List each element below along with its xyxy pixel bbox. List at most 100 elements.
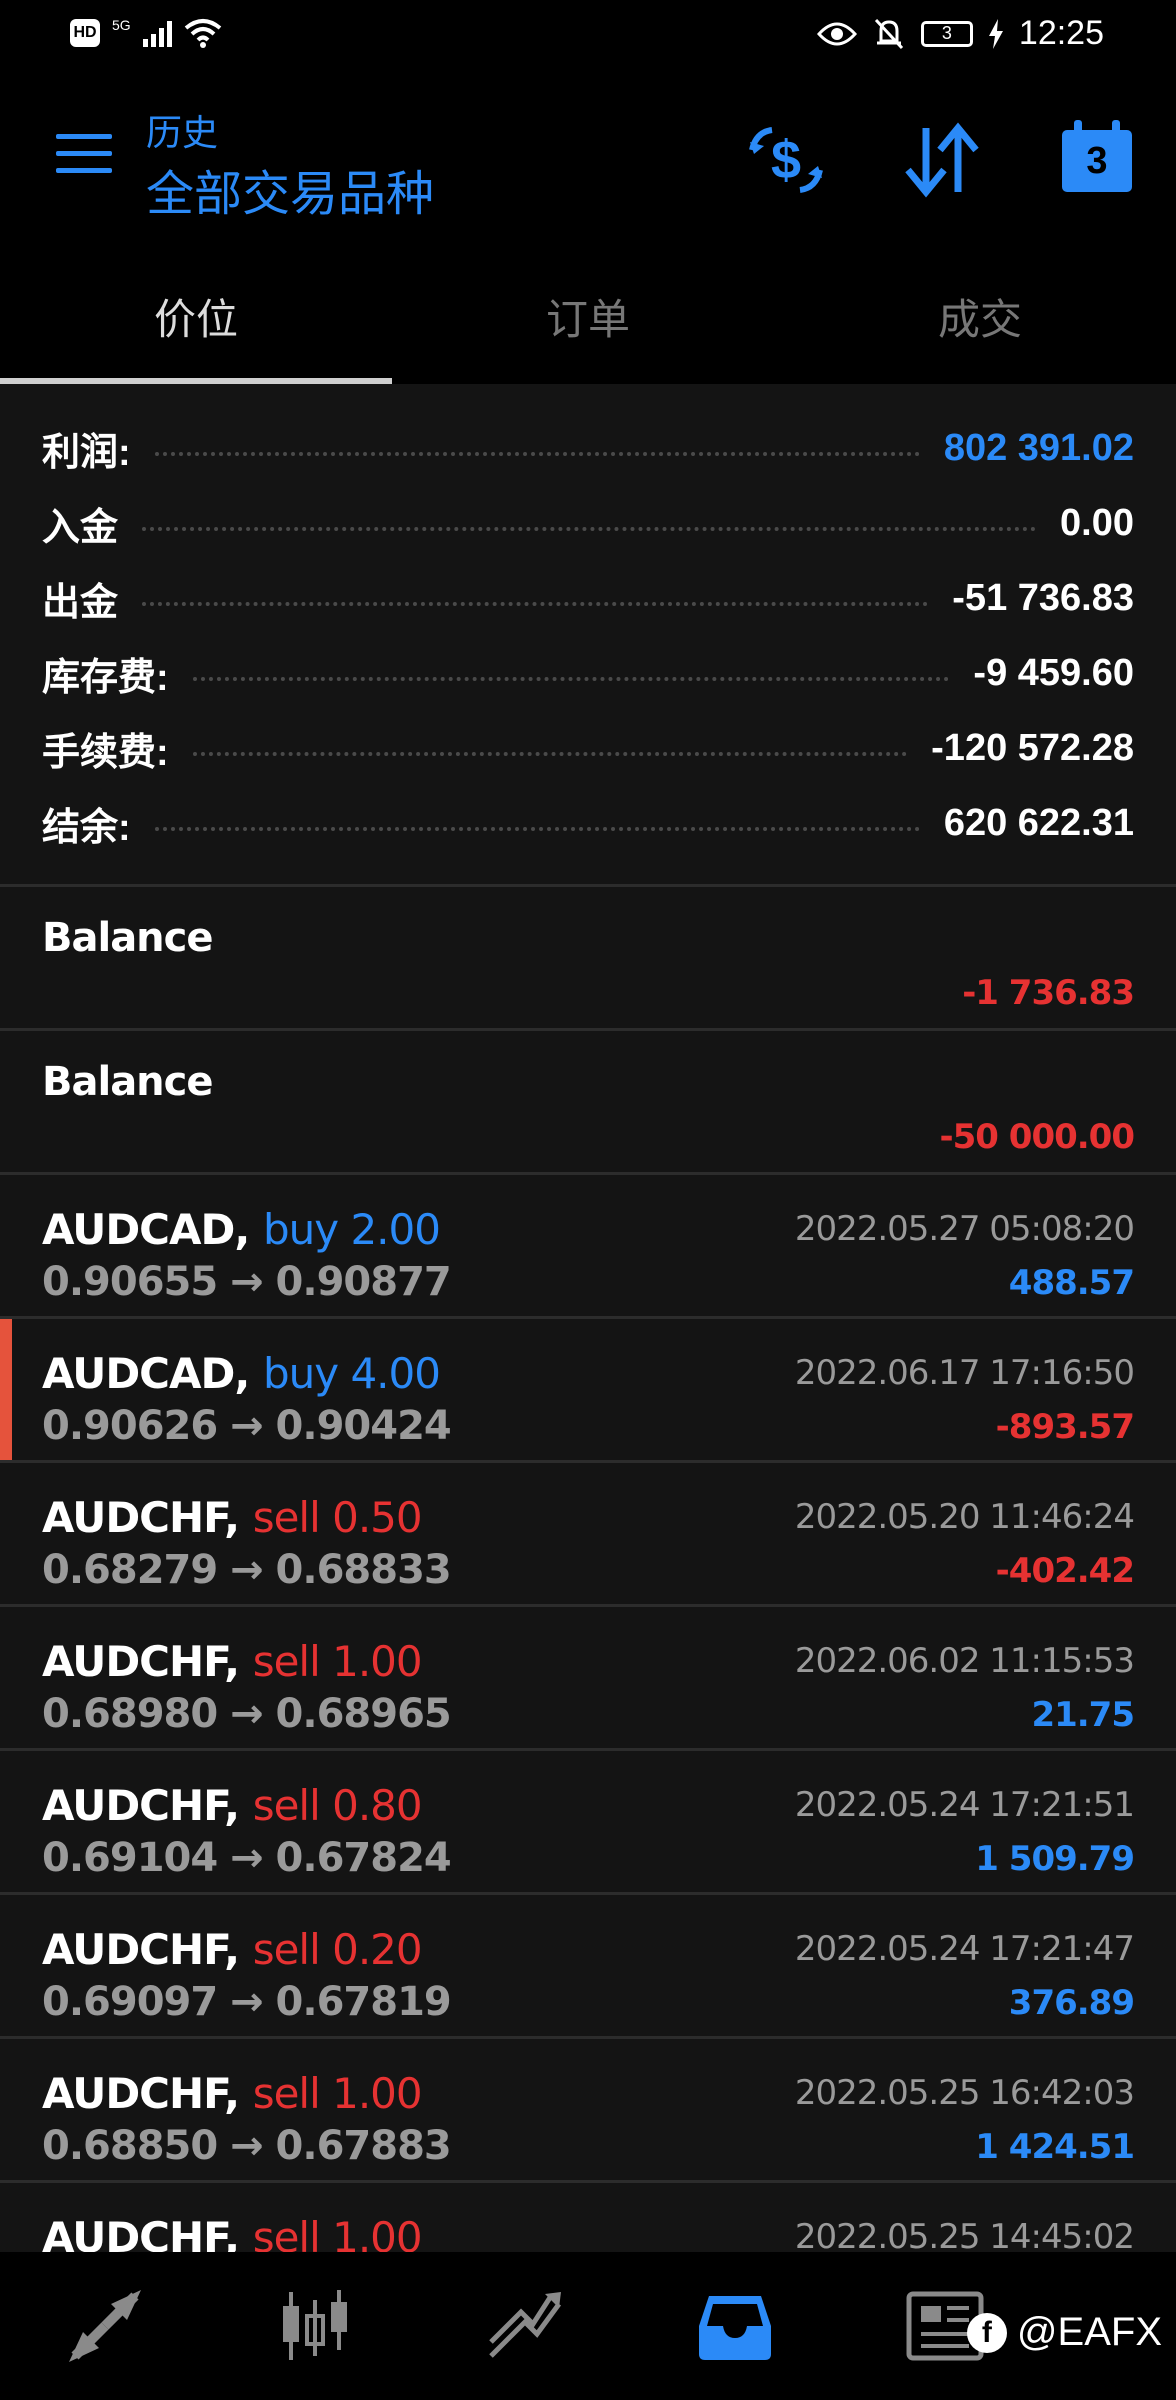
summary-panel: 利润: 802 391.02 入金 0.00 出金 -51 736.83 库存费… [0,384,1176,884]
currency-swap-icon[interactable]: $ [746,120,826,200]
hd-badge: HD [70,19,100,47]
summary-label: 出金 [42,581,119,624]
trade-symbol: AUDCAD, [42,1205,250,1254]
nav-trade[interactable] [420,2252,630,2400]
selected-indicator [0,1319,12,1460]
trade-direction: sell 1.00 [252,1637,423,1686]
trade-prices: 0.68279 → 0.68833 [42,1547,452,1593]
eye-icon [816,22,857,45]
dotted-leader [142,602,929,606]
summary-row-commission: 手续费: -120 572.28 [42,718,1134,778]
summary-value: -9 459.60 [973,651,1134,694]
trade-prices: 0.69097 → 0.67819 [42,1979,452,2025]
tab-bar: 价位 订单 成交 [0,248,1176,384]
inbox-icon [699,2296,771,2360]
trade-symbol: AUDCHF, [42,1493,240,1542]
trade-direction: sell 1.00 [252,2069,423,2118]
trade-direction: buy 2.00 [262,1205,441,1254]
trade-prices: 0.90655 → 0.90877 [42,1259,452,1305]
dotted-leader [154,452,920,456]
sort-icon[interactable] [902,120,982,200]
summary-row-swap: 库存费: -9 459.60 [42,643,1134,703]
wifi-icon [184,19,221,48]
charging-icon [988,18,1003,49]
quotes-arrows-icon [69,2290,141,2362]
summary-row-withdrawal: 出金 -51 736.83 [42,568,1134,628]
dotted-leader [192,752,908,756]
trade-prices: 0.69104 → 0.67824 [42,1835,452,1881]
table-row[interactable]: AUDCAD, buy 4.00 0.90626 → 0.90424 2022.… [0,1319,1176,1460]
balance-label: Balance [42,1059,213,1105]
calendar-day: 3 [1062,130,1132,192]
tab-orders[interactable]: 订单 [392,248,784,384]
summary-label: 利润: [42,431,131,474]
clock: 12:25 [1018,14,1104,52]
candlestick-icon [283,2290,347,2360]
app-bar: 历史 全部交易品种 $ 3 [0,72,1176,248]
dotted-leader [154,827,920,831]
trade-direction: buy 4.00 [262,1349,441,1398]
trade-prices: 0.68980 → 0.68965 [42,1691,452,1737]
tab-deals[interactable]: 成交 [784,248,1176,384]
watermark-text: @EAFX [1016,2310,1162,2354]
table-row[interactable]: AUDCHF, sell 0.50 0.68279 → 0.68833 2022… [0,1463,1176,1604]
table-row[interactable]: AUDCAD, buy 2.00 0.90655 → 0.90877 2022.… [0,1175,1176,1316]
trade-lines-icon [489,2292,562,2358]
trade-profit: 488.57 [1008,1263,1135,1303]
facebook-icon: f [966,2312,1007,2353]
network-label: 5G [112,17,131,33]
trade-time: 2022.05.24 17:21:51 [794,1785,1135,1825]
tab-positions[interactable]: 价位 [0,248,392,384]
balance-label: Balance [42,915,213,961]
summary-label: 手续费: [42,731,169,774]
summary-label: 库存费: [42,656,169,699]
summary-label: 入金 [42,506,119,549]
nav-quotes[interactable] [0,2252,210,2400]
trade-profit: 376.89 [1008,1983,1135,2023]
trade-direction: sell 0.80 [252,1781,423,1830]
trade-profit: 1 509.79 [975,1839,1135,1879]
trade-time: 2022.05.24 17:21:47 [794,1929,1135,1969]
battery-icon: 3 [920,20,973,47]
trade-time: 2022.05.27 05:08:20 [794,1209,1135,1249]
symbol-filter[interactable]: 全部交易品种 [146,154,434,224]
summary-label: 结余: [42,806,131,849]
summary-value: 802 391.02 [943,426,1134,469]
nav-history[interactable] [630,2252,840,2400]
trade-direction: sell 0.20 [252,1925,423,1974]
summary-row-profit: 利润: 802 391.02 [42,418,1134,478]
table-row[interactable]: AUDCHF, sell 0.20 0.69097 → 0.67819 2022… [0,1895,1176,2036]
table-row[interactable]: AUDCHF, sell 0.80 0.69104 → 0.67824 2022… [0,1751,1176,1892]
trade-direction: sell 0.50 [252,1493,423,1542]
table-row[interactable]: AUDCHF, sell 1.00 0.68980 → 0.68965 2022… [0,1607,1176,1748]
status-bar: HD 5G 3 12:25 [0,0,1176,72]
trade-symbol: AUDCHF, [42,2069,240,2118]
trade-time: 2022.05.20 11:46:24 [794,1497,1135,1537]
summary-value: -120 572.28 [931,726,1134,769]
mute-bell-icon [874,18,904,49]
trade-prices: 0.90626 → 0.90424 [42,1403,452,1449]
calendar-icon[interactable]: 3 [1062,120,1132,192]
summary-value: 620 622.31 [943,801,1134,844]
list-item[interactable]: Balance -50 000.00 [0,1031,1176,1172]
trade-time: 2022.05.25 14:45:02 [794,2217,1135,2257]
summary-value: -51 736.83 [952,576,1134,619]
summary-value: 0.00 [1060,501,1134,544]
trade-symbol: AUDCHF, [42,1925,240,1974]
list-item[interactable]: Balance -1 736.83 [0,887,1176,1028]
menu-icon[interactable] [56,134,112,174]
summary-row-balance: 结余: 620 622.31 [42,793,1134,853]
trade-symbol: AUDCHF, [42,1637,240,1686]
summary-row-deposit: 入金 0.00 [42,493,1134,553]
page-title: 历史 [146,112,219,153]
dotted-leader [192,677,950,681]
watermark: f @EAFX [966,2310,1162,2355]
signal-icon [142,19,172,47]
trade-prices: 0.68850 → 0.67883 [42,2123,452,2169]
nav-chart[interactable] [210,2252,420,2400]
table-row[interactable]: AUDCHF, sell 1.00 0.68850 → 0.67883 2022… [0,2039,1176,2180]
trade-profit: -402.42 [995,1551,1135,1591]
balance-amount: -1 736.83 [962,973,1135,1013]
svg-text:$: $ [771,130,801,190]
trade-time: 2022.06.02 11:15:53 [794,1641,1135,1681]
